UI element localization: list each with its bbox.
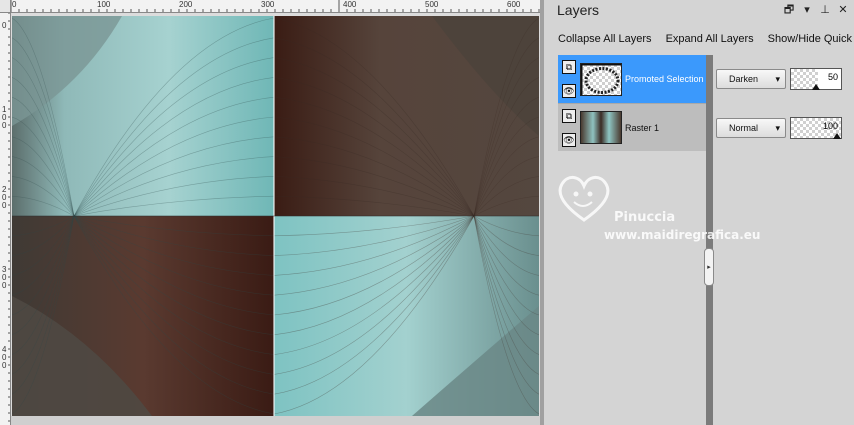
dropdown-arrow-icon: ▾	[775, 122, 780, 133]
ruler-left-label: 0	[2, 201, 7, 210]
ruler-top-label-600: 600	[507, 0, 521, 9]
layer-type-icon[interactable]: ⧉	[562, 60, 576, 74]
show-hide-quick-button[interactable]: Show/Hide Quick	[768, 30, 852, 48]
layer-thumbnail[interactable]	[580, 111, 622, 144]
dropdown-arrow-icon: ▾	[775, 73, 780, 84]
layer-properties-promoted-selection: Darken ▾ 50	[716, 55, 852, 103]
selection-thumbnail-art	[581, 63, 621, 95]
layer-row-promoted-selection[interactable]: ⧉ 👁 Promoted Selection	[558, 55, 708, 103]
watermark: Pinuccia www.maidiregrafica.eu	[554, 158, 784, 248]
ruler-left-label: 0	[2, 21, 7, 30]
panel-title: Layers	[557, 2, 600, 18]
visibility-eye-icon[interactable]: 👁	[562, 84, 576, 98]
ruler-left-label: 0	[2, 121, 7, 130]
ruler-top-label-300: 300	[261, 0, 275, 9]
watermark-site: www.maidiregrafica.eu	[604, 228, 761, 242]
blend-mode-select[interactable]: Normal ▾	[716, 118, 786, 138]
layer-properties-divider	[706, 55, 713, 425]
layers-toolbar: Collapse All Layers Expand All Layers Sh…	[558, 30, 852, 48]
expand-all-layers-button[interactable]: Expand All Layers	[666, 30, 754, 48]
ruler-left-label: 0	[2, 281, 7, 290]
blend-mode-value: Normal	[729, 123, 759, 133]
restore-icon[interactable]: 🗗	[782, 1, 796, 19]
heart-logo-icon	[558, 176, 610, 222]
ruler-top-label-0: 0	[12, 0, 17, 9]
ruler-top-label-500: 500	[425, 0, 439, 9]
close-icon[interactable]: ✕	[836, 1, 850, 19]
horizontal-ruler-ticks	[11, 0, 540, 12]
ruler-top-label-200: 200	[179, 0, 193, 9]
layer-row-raster-1[interactable]: ⧉ 👁 Raster 1	[558, 103, 708, 151]
collapse-handle-icon[interactable]: ▸	[704, 248, 714, 286]
opacity-slider[interactable]: 50	[790, 68, 842, 90]
image-canvas[interactable]	[12, 16, 539, 416]
layer-name[interactable]: Raster 1	[625, 123, 659, 133]
panel-menu-icon[interactable]: ▾	[800, 1, 814, 19]
canvas-area[interactable]: 0 100 200 300 400 500 600 0 1 0 0 2 0 0 …	[0, 0, 540, 425]
pin-icon[interactable]: ⊥	[818, 1, 832, 19]
ruler-left-label: 0	[2, 361, 7, 370]
collapse-all-layers-button[interactable]: Collapse All Layers	[558, 30, 652, 48]
opacity-value: 50	[827, 72, 838, 82]
blend-mode-select[interactable]: Darken ▾	[716, 69, 786, 89]
opacity-value: 100	[822, 121, 838, 131]
layer-thumbnail[interactable]	[580, 62, 622, 96]
canvas-bottom-margin	[11, 416, 540, 425]
slider-thumb-icon[interactable]	[833, 133, 841, 139]
slider-thumb-icon[interactable]	[812, 84, 820, 90]
layer-icons: ⧉ 👁	[558, 55, 578, 103]
layer-properties-raster-1: Normal ▾ 100	[716, 104, 852, 152]
ruler-top-label-100: 100	[97, 0, 111, 9]
watermark-name: Pinuccia	[614, 210, 676, 225]
artwork-image	[12, 16, 539, 416]
panel-controls: 🗗 ▾ ⊥ ✕	[782, 1, 850, 19]
ruler-top-label-400: 400	[343, 0, 357, 9]
visibility-eye-icon[interactable]: 👁	[562, 132, 576, 147]
layers-panel: Layers 🗗 ▾ ⊥ ✕ Collapse All Layers Expan…	[544, 0, 854, 425]
layer-type-icon[interactable]: ⧉	[562, 108, 576, 123]
vertical-ruler: 0 1 0 0 2 0 0 3 0 0 4 0 0	[0, 13, 11, 425]
ruler-corner	[0, 0, 11, 13]
blend-mode-value: Darken	[729, 74, 759, 84]
opacity-slider[interactable]: 100	[790, 117, 842, 139]
layer-icons: ⧉ 👁	[558, 104, 578, 152]
horizontal-ruler: 0 100 200 300 400 500 600	[11, 0, 540, 13]
layer-name[interactable]: Promoted Selection	[625, 74, 704, 84]
layer-list: ⧉ 👁 Promoted Selection ⧉ 👁 Raster 1	[558, 55, 708, 151]
